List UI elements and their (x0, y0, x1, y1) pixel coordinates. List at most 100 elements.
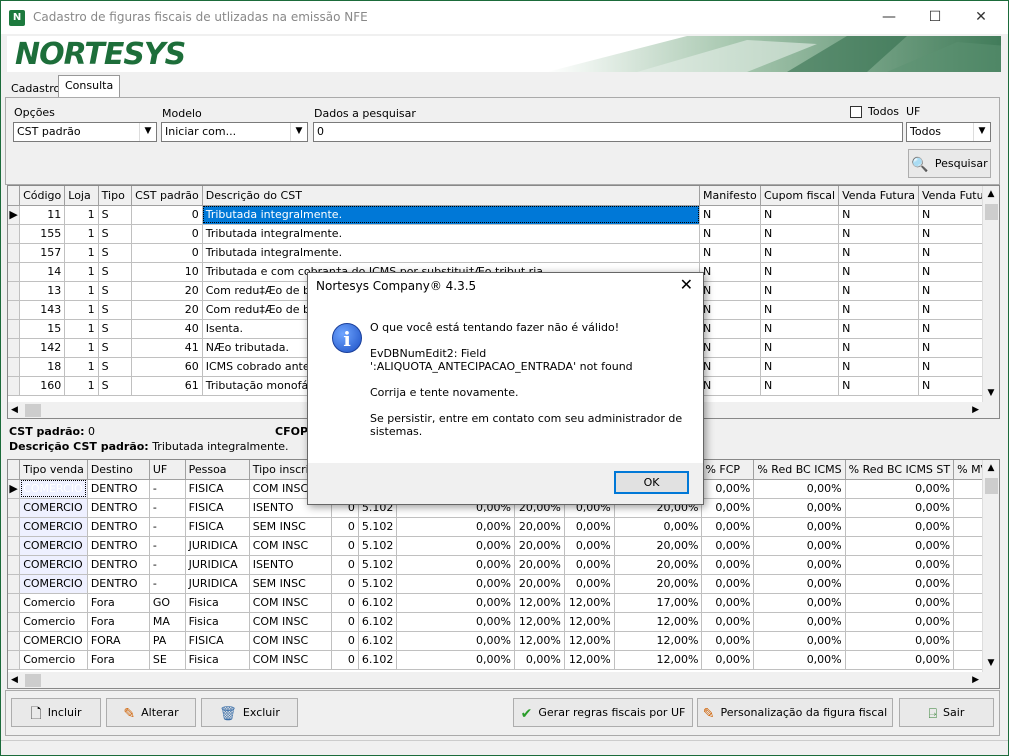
cst-cell[interactable]: N (699, 319, 761, 339)
chevron-right-icon[interactable]: ▶ (972, 672, 979, 688)
rules-cell[interactable]: 0,00% (845, 498, 955, 518)
scroll-thumb[interactable] (25, 404, 41, 417)
rules-cell[interactable]: 0,00% (701, 517, 755, 537)
cst-cell[interactable]: S (98, 300, 133, 320)
cst-cell[interactable]: Tributada integralmente. (202, 224, 701, 244)
table-row[interactable]: COMERCIO DENTRO - JURIDICA COM INSC 0 5.102 0,0… (8, 536, 999, 556)
cst-cell[interactable]: N (699, 243, 761, 263)
rules-cell[interactable]: Comercio (19, 593, 88, 613)
scroll-thumb[interactable] (985, 204, 998, 220)
rules-cell[interactable]: - (149, 479, 186, 499)
rules-cell[interactable]: GO (149, 593, 186, 613)
rules-cell[interactable]: COMERCIO (19, 498, 88, 518)
cst-header-cell[interactable]: Tipo (98, 186, 133, 206)
rules-cell[interactable]: 0 (331, 650, 359, 670)
rules-cell[interactable]: 12,00% (614, 631, 703, 651)
cst-cell[interactable]: N (760, 319, 840, 339)
rules-cell[interactable]: 0,00% (396, 536, 515, 556)
cst-cell[interactable]: N (699, 205, 761, 225)
rules-cell[interactable]: DENTRO (87, 517, 150, 537)
cst-cell[interactable]: N (838, 376, 919, 396)
rules-header-cell[interactable]: Tipo venda (19, 460, 88, 480)
cst-cell[interactable]: 20 (131, 281, 203, 301)
cst-cell[interactable]: N (699, 357, 761, 377)
chevron-down-icon[interactable]: ▼ (983, 385, 999, 402)
rules-cell[interactable]: 0,00% (753, 536, 846, 556)
table-row[interactable]: COMERCIO DENTRO - FISICA SEM INSC 0 5.102 0,00%… (8, 517, 999, 537)
rules-cell[interactable]: SEM INSC (249, 517, 333, 537)
chevron-down-icon[interactable]: ▼ (973, 123, 990, 141)
cst-vertical-scrollbar[interactable]: ▲ ▼ (982, 186, 999, 402)
cst-cell[interactable]: N (760, 205, 840, 225)
rules-cell[interactable]: 0,00% (845, 517, 955, 537)
rules-cell[interactable]: 12,00% (564, 593, 615, 613)
maximize-button[interactable]: ☐ (912, 1, 958, 34)
table-row[interactable]: COMERCIO FORA PA FISICA COM INSC 0 6.102 0,00% 1… (8, 631, 999, 651)
rules-cell[interactable]: 17,00% (614, 593, 703, 613)
cst-cell[interactable]: N (760, 243, 840, 263)
rules-cell[interactable]: 6.102 (358, 612, 398, 632)
cst-cell[interactable]: N (838, 300, 919, 320)
cst-cell[interactable]: S (98, 243, 133, 263)
cst-cell[interactable]: N (838, 262, 919, 282)
rules-cell[interactable]: 0,00% (845, 612, 955, 632)
cst-cell[interactable]: 20 (131, 300, 203, 320)
personalizacao-button[interactable]: ✎ Personalização da figura fiscal (697, 698, 893, 727)
cst-cell[interactable]: 0 (131, 224, 203, 244)
rules-cell[interactable]: 20,00% (514, 555, 565, 575)
rules-cell[interactable]: - (149, 517, 186, 537)
rules-cell[interactable]: DENTRO (87, 498, 150, 518)
cst-header-cell[interactable]: Descrição do CST (202, 186, 701, 206)
chevron-down-icon[interactable]: ▼ (983, 655, 999, 672)
cst-cell[interactable]: S (98, 338, 133, 358)
rules-cell[interactable]: 5.102 (358, 536, 398, 556)
cst-cell[interactable]: S (98, 262, 133, 282)
rules-cell[interactable]: 0,00% (396, 631, 515, 651)
rules-cell[interactable]: 5.102 (358, 555, 398, 575)
dados-input[interactable]: 0 (313, 122, 903, 142)
cst-cell[interactable]: S (98, 357, 133, 377)
rules-cell[interactable]: FISICA (185, 517, 250, 537)
cst-cell[interactable]: N (838, 243, 919, 263)
cst-cell[interactable]: N (838, 338, 919, 358)
cst-cell[interactable]: 13 (19, 281, 66, 301)
rules-cell[interactable]: 0,00% (396, 517, 515, 537)
chevron-left-icon[interactable]: ◀ (11, 402, 18, 418)
rules-cell[interactable]: 5.102 (358, 574, 398, 594)
rules-cell[interactable]: 0,00% (701, 498, 755, 518)
rules-cell[interactable]: COM INSC (249, 612, 333, 632)
cst-cell[interactable]: 0 (131, 243, 203, 263)
rules-cell[interactable]: 0,00% (845, 555, 955, 575)
opcoes-select[interactable]: CST padrão ▼ (13, 122, 157, 142)
rules-cell[interactable]: 5.102 (358, 517, 398, 537)
rules-cell[interactable]: - (149, 536, 186, 556)
cst-cell[interactable]: N (699, 281, 761, 301)
rules-cell[interactable]: Fora (87, 612, 150, 632)
rules-cell[interactable]: - (149, 498, 186, 518)
rules-cell[interactable]: DENTRO (87, 555, 150, 575)
rules-cell[interactable]: 0 (331, 555, 359, 575)
cst-cell[interactable]: S (98, 376, 133, 396)
chevron-down-icon[interactable]: ▼ (290, 123, 307, 141)
rules-cell[interactable]: 0,00% (753, 574, 846, 594)
cst-cell[interactable]: S (98, 205, 133, 225)
table-row[interactable]: COMERCIO DENTRO - JURIDICA SEM INSC 0 5.102 0,0… (8, 574, 999, 594)
rules-cell[interactable]: 0,00% (396, 612, 515, 632)
rules-cell[interactable]: 0,00% (701, 650, 755, 670)
table-row[interactable]: Comercio Fora SE Fisica COM INSC 0 6.102 0,00% 0… (8, 650, 999, 670)
rules-cell[interactable]: 6.102 (358, 650, 398, 670)
cst-cell[interactable]: 143 (19, 300, 66, 320)
alterar-button[interactable]: ✎ Alterar (106, 698, 196, 727)
rules-cell[interactable]: 0 (331, 612, 359, 632)
tab-consulta[interactable]: Consulta (58, 75, 121, 97)
rules-cell[interactable]: COM INSC (249, 536, 333, 556)
cst-cell[interactable]: 1 (64, 319, 99, 339)
gerar-regras-button[interactable]: ✔ Gerar regras fiscais por UF (513, 698, 693, 727)
rules-cell[interactable]: COMERCIO (19, 479, 88, 499)
rules-cell[interactable]: COM INSC (249, 593, 333, 613)
rules-cell[interactable]: FORA (87, 631, 150, 651)
cst-cell[interactable]: 1 (64, 224, 99, 244)
rules-cell[interactable]: JURIDICA (185, 574, 250, 594)
rules-header-cell[interactable]: % FCP (701, 460, 755, 480)
rules-cell[interactable]: 12,00% (564, 612, 615, 632)
